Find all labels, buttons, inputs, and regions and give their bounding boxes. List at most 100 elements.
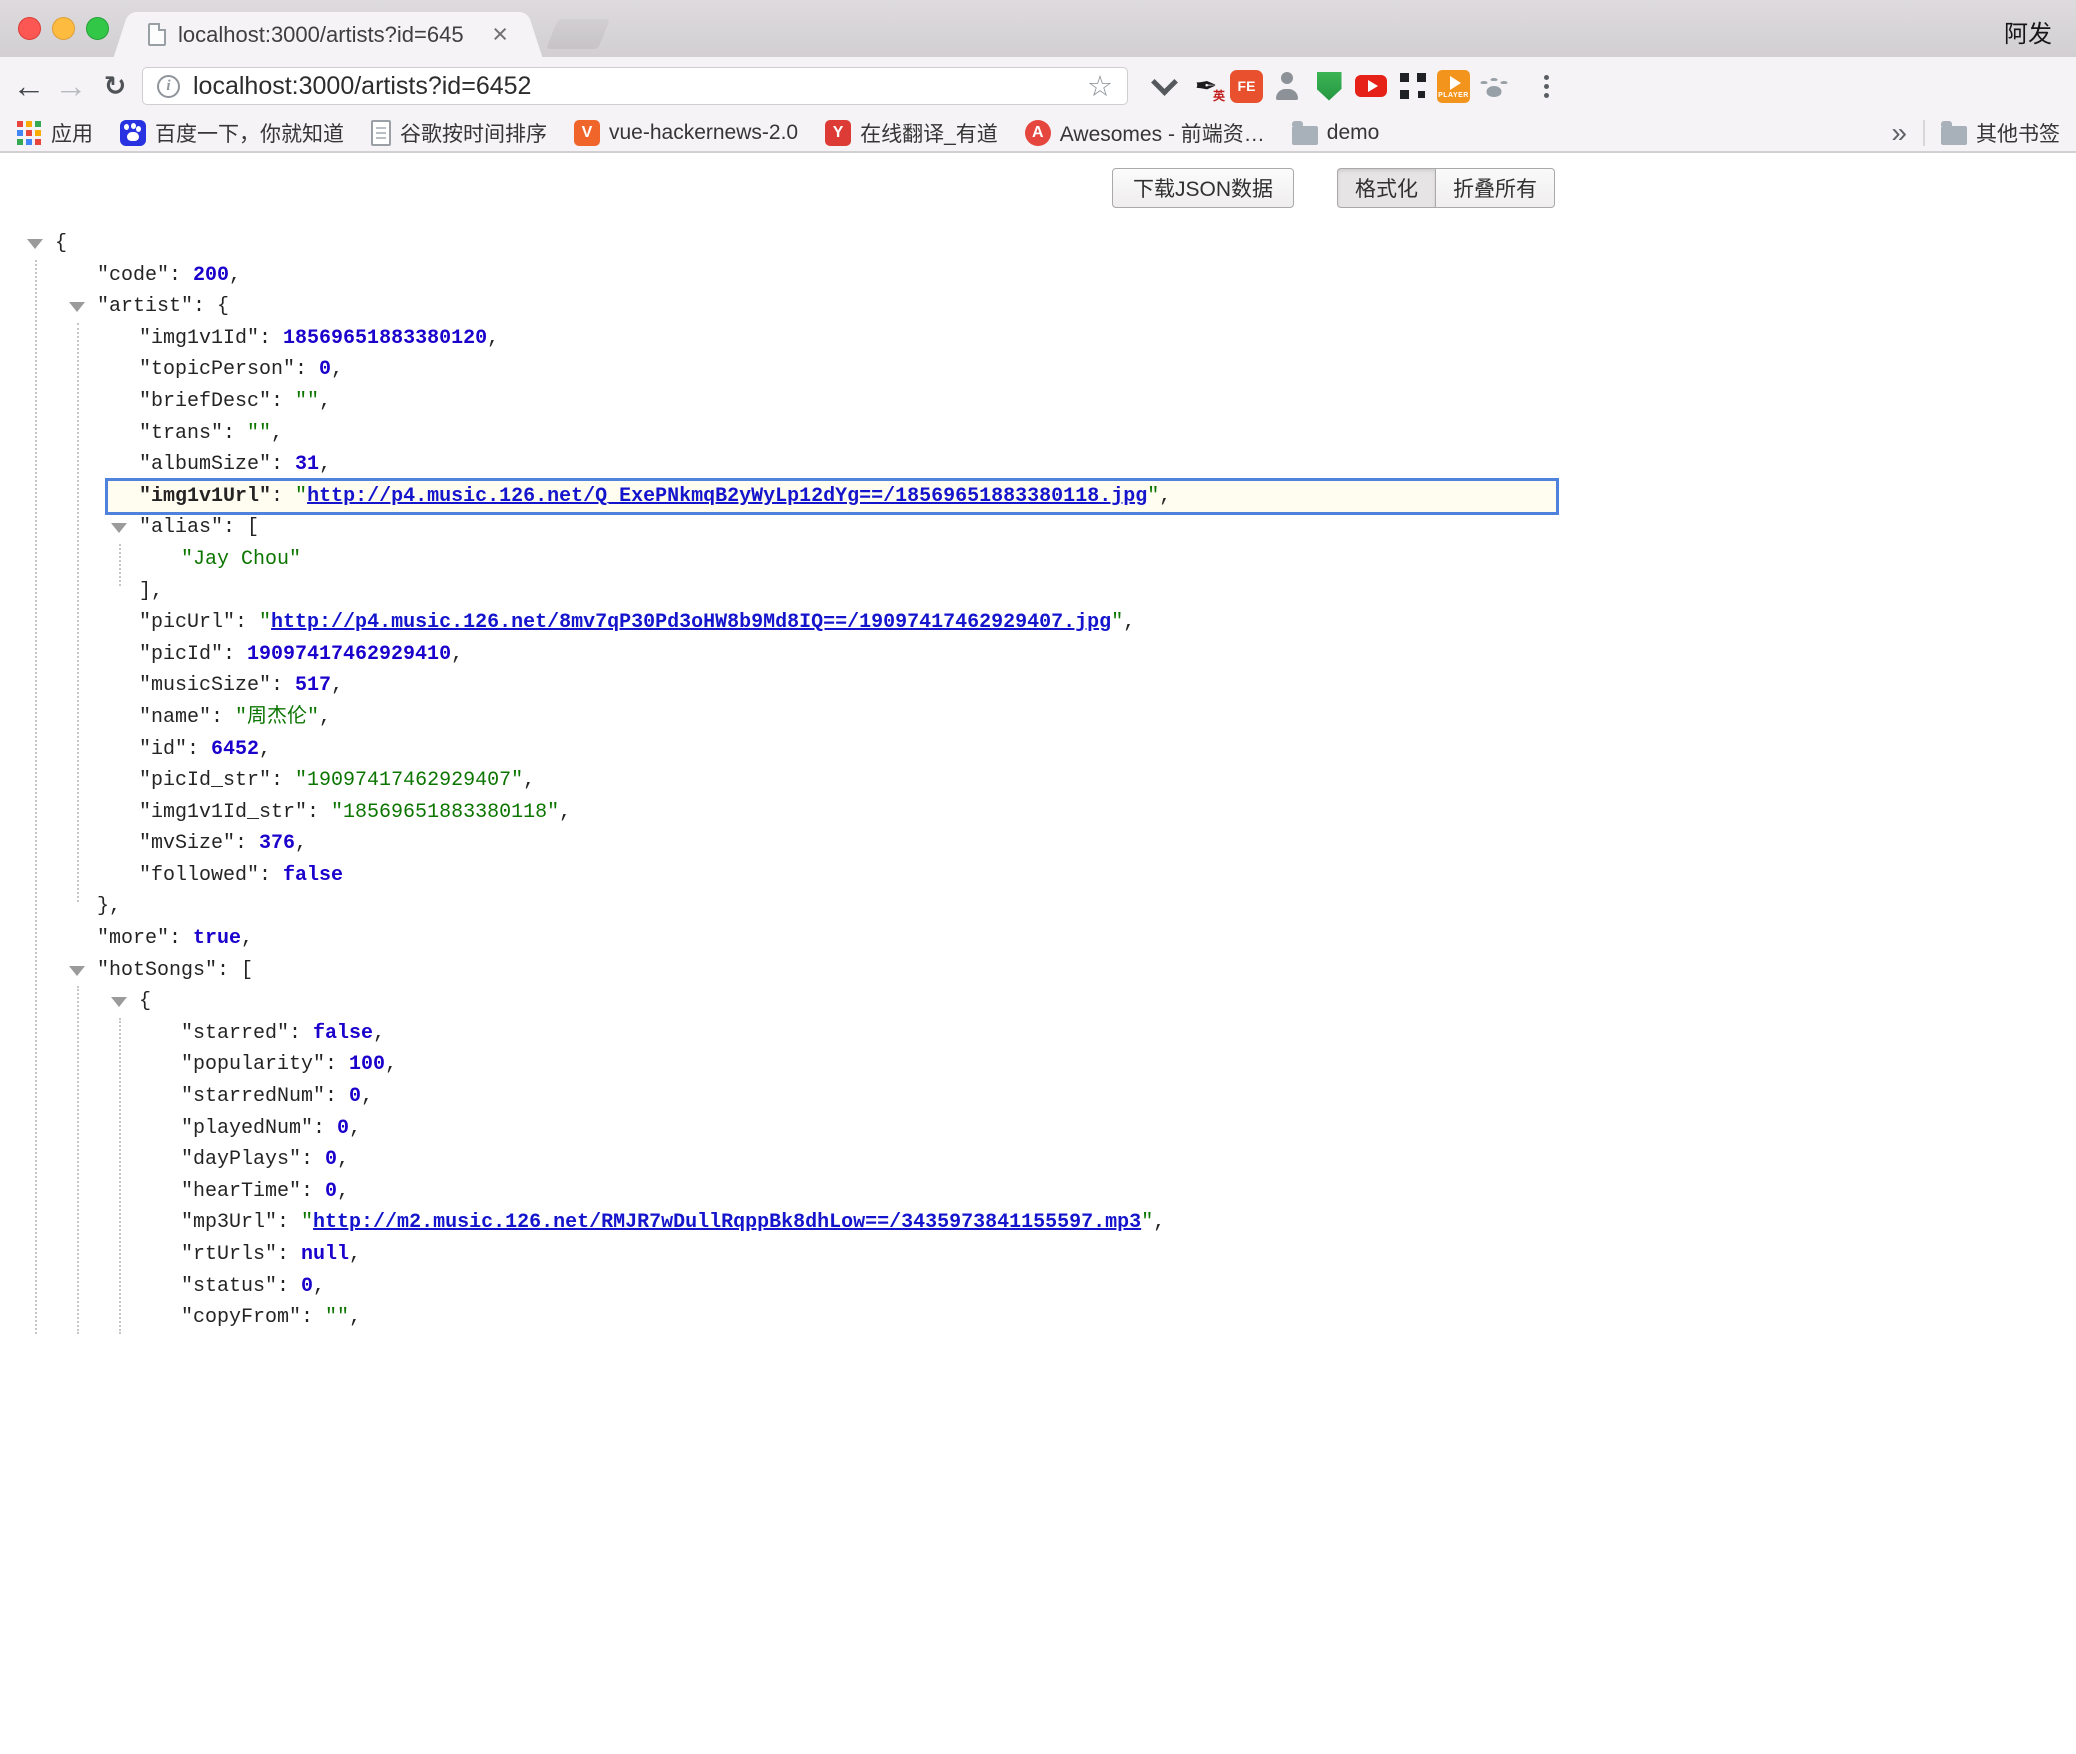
json-line-playedNum: "playedNum": 0,: [0, 1113, 2076, 1145]
baidu-paw-icon: [120, 120, 146, 146]
vue-favicon-icon: V: [574, 120, 600, 146]
youtube-extension-icon[interactable]: [1353, 68, 1389, 104]
folder-icon: [1941, 126, 1967, 145]
json-line-artist: "artist": {: [0, 291, 2076, 323]
window-close-button[interactable]: [18, 17, 41, 40]
json-line-albumSize: "albumSize": 31,: [0, 449, 2076, 481]
page-icon: [371, 120, 391, 146]
youdao-favicon-icon: Y: [825, 120, 851, 146]
json-line-mp3Url: "mp3Url": "http://m2.music.126.net/RMJR7…: [0, 1207, 2076, 1239]
collapse-toggle-icon[interactable]: [69, 302, 85, 312]
json-line-more: "more": true,: [0, 923, 2076, 955]
tree-guide-line: [119, 544, 121, 586]
page-content: 下载JSON数据 格式化 折叠所有 { "code": 200,"artist":…: [0, 153, 2076, 1754]
json-line-trans: "trans": "",: [0, 418, 2076, 450]
json-line-topicPerson: "topicPerson": 0,: [0, 354, 2076, 386]
browser-window: localhost:3000/artists?id=645 × 阿发 ← → ↻…: [0, 0, 2076, 1754]
bookmark-item[interactable]: 应用: [16, 118, 93, 148]
other-bookmarks-button[interactable]: 其他书签: [1941, 118, 2060, 148]
json-line-id: "id": 6452,: [0, 734, 2076, 766]
json-line-picUrl: "picUrl": "http://p4.music.126.net/8mv7q…: [0, 607, 2076, 639]
json-line-popularity: "popularity": 100,: [0, 1049, 2076, 1081]
bookmark-label: 百度一下，你就知道: [155, 118, 344, 148]
profile-name: 阿发: [2004, 14, 2052, 49]
ext-badge-label: 英: [1213, 87, 1225, 104]
json-line: {: [0, 986, 2076, 1018]
reload-button[interactable]: ↻: [94, 57, 136, 115]
chevron-extension-icon[interactable]: [1146, 68, 1182, 104]
json-line-starredNum: "starredNum": 0,: [0, 1081, 2076, 1113]
ext-badge-label: FE: [1238, 78, 1256, 94]
translate-pen-extension-icon[interactable]: 英: [1188, 68, 1224, 104]
json-line-name: "name": "周杰伦",: [0, 702, 2076, 734]
json-line-img1v1Id: "img1v1Id": 18569651883380120,: [0, 323, 2076, 355]
window-fullscreen-button[interactable]: [86, 17, 109, 40]
other-bookmarks-label: 其他书签: [1976, 118, 2060, 148]
tree-guide-line: [77, 986, 79, 1334]
collapse-toggle-icon[interactable]: [111, 523, 127, 533]
json-line-followed: "followed": false: [0, 860, 2076, 892]
json-line-status: "status": 0,: [0, 1271, 2076, 1303]
ext-badge-label: PLAYER: [1438, 92, 1469, 99]
json-line-musicSize: "musicSize": 517,: [0, 670, 2076, 702]
bookmark-star-icon[interactable]: ☆: [1087, 69, 1113, 104]
tree-guide-line: [119, 1018, 121, 1334]
page-info-icon[interactable]: i: [157, 75, 180, 98]
bookmark-item[interactable]: Y 在线翻译_有道: [825, 118, 998, 148]
new-tab-button[interactable]: [546, 19, 610, 49]
bookmark-item[interactable]: demo: [1292, 121, 1380, 145]
omnibox[interactable]: i localhost:3000/artists?id=6452 ☆: [142, 67, 1128, 105]
json-line-rtUrls: "rtUrls": null,: [0, 1239, 2076, 1271]
window-minimize-button[interactable]: [52, 17, 75, 40]
collapse-toggle-icon[interactable]: [69, 966, 85, 976]
back-button[interactable]: ←: [8, 57, 50, 115]
json-line-briefDesc: "briefDesc": "",: [0, 386, 2076, 418]
apps-grid-icon: [16, 120, 42, 146]
json-line-picId_str: "picId_str": "19097417462929407",: [0, 765, 2076, 797]
bookmark-label: Awesomes - 前端资…: [1060, 118, 1265, 148]
page-favicon-icon: [148, 23, 166, 46]
url-text: localhost:3000/artists?id=6452: [193, 72, 531, 101]
collapse-toggle-icon[interactable]: [27, 239, 43, 249]
json-line: "Jay Chou": [0, 544, 2076, 576]
tab-close-icon[interactable]: ×: [492, 21, 508, 48]
json-line-dayPlays: "dayPlays": 0,: [0, 1144, 2076, 1176]
json-line-hotSongs: "hotSongs": [: [0, 955, 2076, 987]
json-url-link[interactable]: http://p4.music.126.net/8mv7qP30Pd3oHW8b…: [271, 611, 1111, 634]
browser-menu-icon[interactable]: [1532, 68, 1562, 104]
player-extension-icon[interactable]: PLAYER: [1437, 70, 1470, 103]
json-url-link[interactable]: http://m2.music.126.net/RMJR7wDullRqppBk…: [313, 1211, 1141, 1234]
bookmark-item[interactable]: 百度一下，你就知道: [120, 118, 344, 148]
bookmarks-overflow-icon[interactable]: »: [1891, 119, 1907, 147]
shield-extension-icon[interactable]: [1311, 68, 1347, 104]
bookmark-label: 在线翻译_有道: [860, 118, 998, 148]
window-controls: [18, 17, 109, 40]
folder-icon: [1292, 126, 1318, 145]
collapse-toggle-icon[interactable]: [111, 997, 127, 1007]
tree-guide-line: [77, 323, 79, 902]
paw-extension-icon[interactable]: [1476, 68, 1512, 104]
bookmark-label: 应用: [51, 118, 93, 148]
collapse-all-button[interactable]: 折叠所有: [1435, 168, 1555, 208]
bookmark-item[interactable]: AAwesomes - 前端资…: [1025, 118, 1265, 148]
bookmarks-separator: [1923, 120, 1925, 146]
json-line-picId: "picId": 19097417462929410,: [0, 639, 2076, 671]
navigation-toolbar: ← → ↻ i localhost:3000/artists?id=6452 ☆…: [0, 57, 2076, 115]
qrcode-extension-icon[interactable]: [1395, 68, 1431, 104]
bookmark-item[interactable]: Vvue-hackernews-2.0: [574, 120, 798, 146]
bookmarks-list: 应用 百度一下，你就知道 谷歌按时间排序 Vvue-hackernews-2.0 Y 在线…: [16, 118, 1379, 148]
person-extension-icon[interactable]: [1269, 68, 1305, 104]
download-json-button[interactable]: 下载JSON数据: [1112, 168, 1294, 208]
json-line-code: "code": 200,: [0, 260, 2076, 292]
json-url-link[interactable]: http://p4.music.126.net/Q_ExePNkmqB2yWyL…: [307, 485, 1147, 508]
bookmark-item[interactable]: 谷歌按时间排序: [371, 118, 547, 148]
bookmark-label: 谷歌按时间排序: [400, 118, 547, 148]
fe-extension-icon[interactable]: FE: [1230, 70, 1263, 103]
format-button[interactable]: 格式化: [1337, 168, 1435, 208]
active-tab[interactable]: localhost:3000/artists?id=645 ×: [132, 12, 524, 57]
bookmark-label: vue-hackernews-2.0: [609, 121, 798, 145]
json-line-img1v1Url: "img1v1Url": "http://p4.music.126.net/Q_…: [108, 481, 1556, 513]
forward-button[interactable]: →: [50, 57, 92, 115]
tab-title: localhost:3000/artists?id=645: [178, 22, 482, 48]
json-tree: { "code": 200,"artist": {"img1v1Id": 1856…: [0, 228, 2076, 1334]
